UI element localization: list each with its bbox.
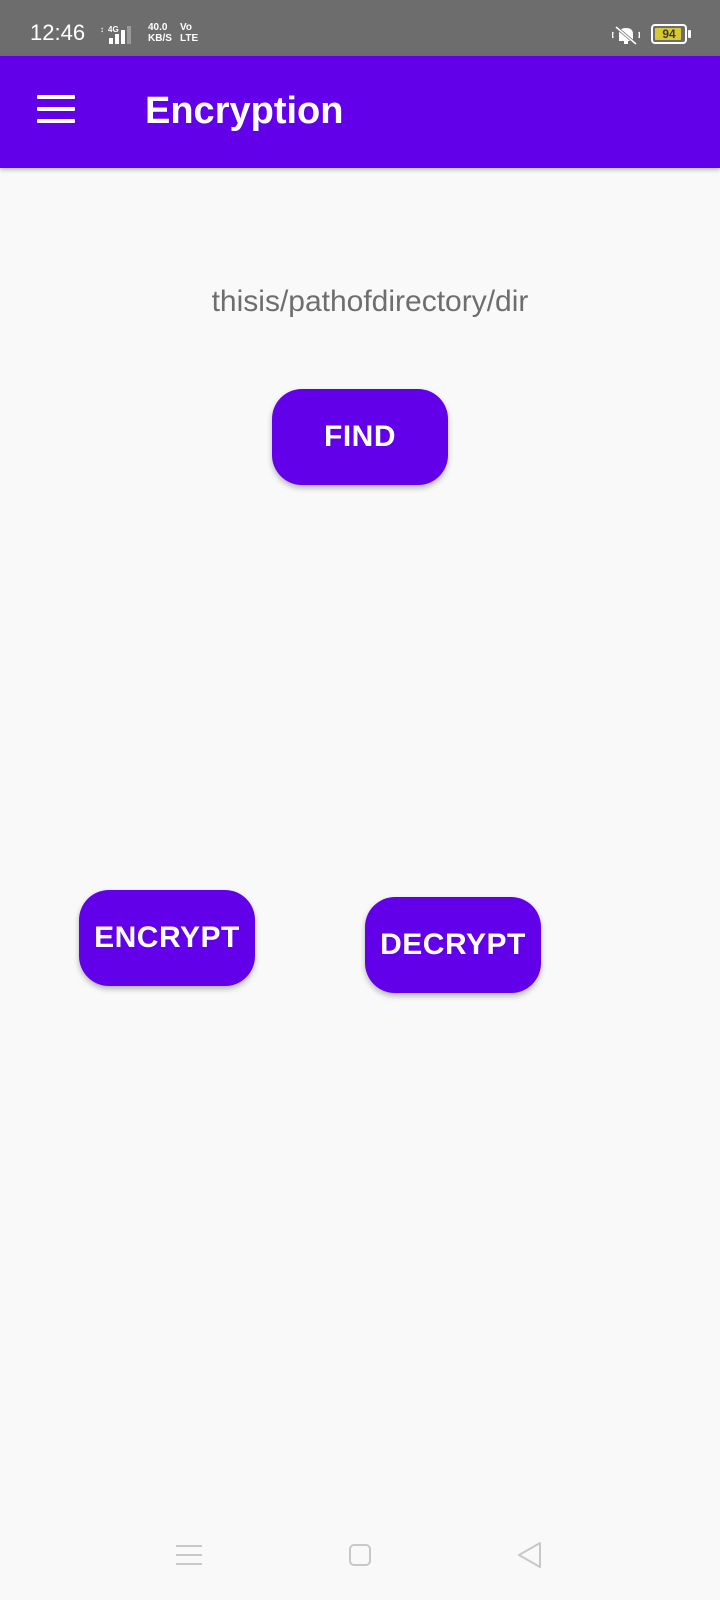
volte-indicator: Vo LTE <box>180 22 198 44</box>
recent-line <box>176 1545 202 1547</box>
svg-text:↕: ↕ <box>100 25 104 34</box>
app-bar: Encryption <box>0 56 720 168</box>
menu-line <box>37 95 75 99</box>
encrypt-button[interactable]: ENCRYPT <box>79 890 255 986</box>
network-speed: 40.0 KB/S <box>148 22 172 44</box>
volte-label: Vo <box>180 22 193 33</box>
network-speed-value: 40.0 <box>148 22 168 33</box>
status-bar: 12:46 ↕ 4G 40.0 KB/S Vo LTE 94 <box>0 0 720 56</box>
signal-icon: ↕ 4G <box>100 24 140 51</box>
directory-path-text: thisis/pathofdirectory/dir <box>211 285 529 318</box>
menu-line <box>37 107 75 111</box>
silent-bell-icon <box>611 24 641 51</box>
battery-nub <box>688 30 691 38</box>
system-nav-bar <box>0 1520 720 1600</box>
decrypt-button[interactable]: DECRYPT <box>365 897 541 993</box>
network-speed-unit: KB/S <box>148 33 172 44</box>
recent-line <box>176 1554 202 1556</box>
page-title: Encryption <box>145 90 344 132</box>
battery-level: 94 <box>662 27 676 41</box>
menu-line <box>37 119 75 123</box>
hamburger-menu-icon[interactable] <box>30 90 75 130</box>
recent-line <box>176 1563 202 1565</box>
battery-icon: 94 <box>651 24 687 44</box>
back-icon[interactable] <box>516 1541 544 1574</box>
find-button[interactable]: FIND <box>272 389 448 485</box>
status-time: 12:46 <box>30 20 86 45</box>
network-type: 4G <box>108 25 119 34</box>
lte-label: LTE <box>180 33 199 44</box>
recent-apps-icon[interactable] <box>176 1544 202 1566</box>
home-icon[interactable] <box>349 1544 371 1566</box>
